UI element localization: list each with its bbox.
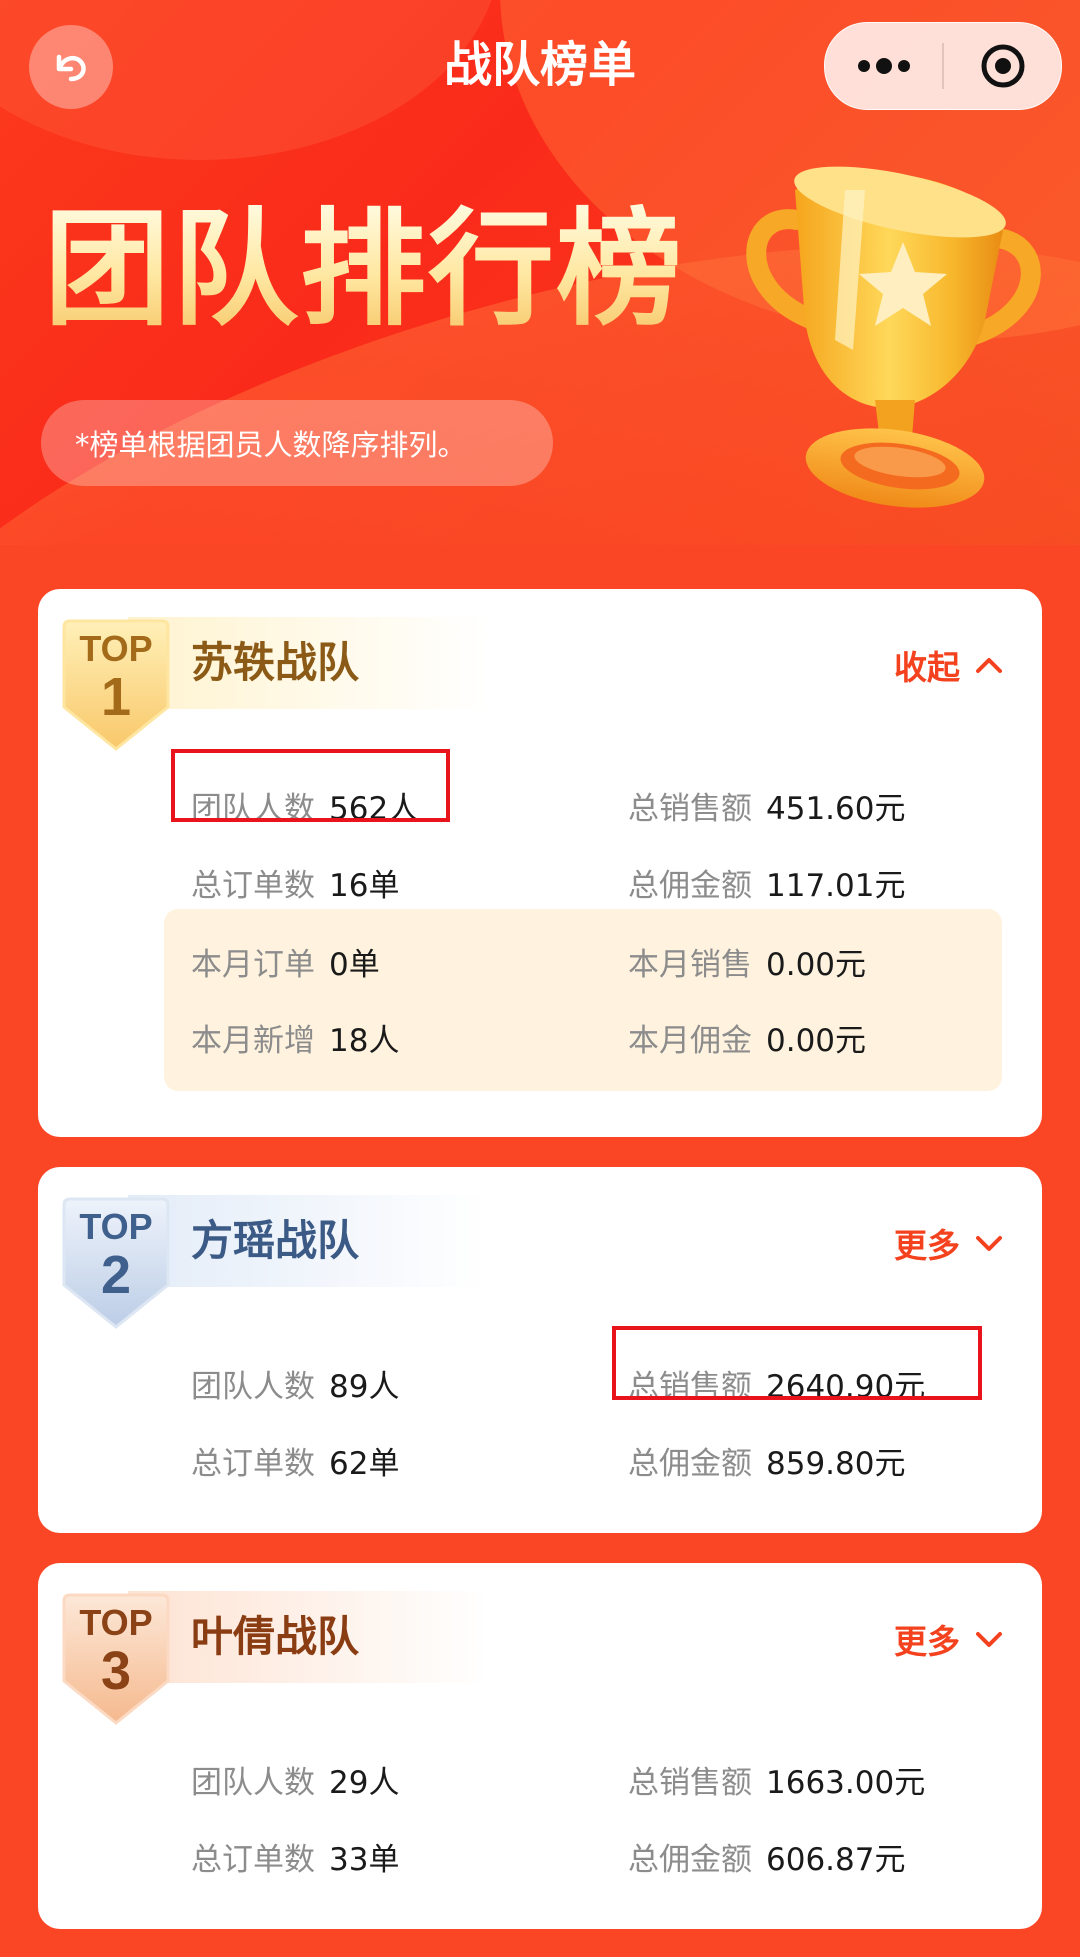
stat-value: 0.00元 <box>766 947 867 983</box>
rank-top-label: TOP <box>79 1602 153 1643</box>
stat-label: 总订单数 <box>191 868 315 904</box>
rank-number: 1 <box>100 667 132 727</box>
more-dots-icon <box>857 58 910 74</box>
stat-month-commission: 本月佣金 0.00元 <box>628 1016 866 1066</box>
rank-badge: TOP 3 <box>60 1589 172 1729</box>
stat-label: 总销售额 <box>628 1765 752 1801</box>
more-button[interactable] <box>825 23 942 109</box>
stat-commission: 总佣金额 606.87元 <box>628 1835 905 1885</box>
banner-title: 团队排行榜 <box>44 196 684 343</box>
stat-label: 总佣金额 <box>628 1842 752 1878</box>
stat-label: 总佣金额 <box>628 1446 752 1482</box>
stat-value: 0.00元 <box>766 1023 867 1059</box>
rank-badge: TOP 2 <box>60 1193 172 1333</box>
stat-label: 总订单数 <box>191 1842 315 1878</box>
trophy-icon <box>746 166 1041 508</box>
stat-sales: 总销售额 1663.00元 <box>628 1758 925 1808</box>
ranking-note: *榜单根据团员人数降序排列。 <box>41 400 553 486</box>
mini-program-capsule <box>824 22 1062 110</box>
rank-number: 3 <box>100 1641 132 1701</box>
stat-label: 本月新增 <box>191 1023 315 1059</box>
stat-label: 总销售额 <box>628 791 752 827</box>
stat-value: 18人 <box>329 1023 400 1059</box>
rank-badge: TOP 1 <box>60 615 172 755</box>
monthly-stats-panel: 本月订单 0单 本月销售 0.00元 本月新增 18人 本月佣金 0.00元 <box>164 909 1002 1091</box>
stat-value: 89人 <box>329 1369 400 1405</box>
stat-label: 本月订单 <box>191 947 315 983</box>
chevron-down-icon <box>976 1632 1002 1647</box>
stat-month-orders: 本月订单 0单 <box>191 940 380 990</box>
rank-top-label: TOP <box>79 628 153 669</box>
collapse-toggle[interactable]: 收起 <box>894 635 1004 695</box>
stat-month-sales: 本月销售 0.00元 <box>628 940 866 990</box>
chevron-up-icon <box>976 658 1002 673</box>
stat-label: 总订单数 <box>191 1446 315 1482</box>
team-name: 方瑶战队 <box>191 1216 360 1265</box>
expand-toggle[interactable]: 更多 <box>894 1609 1004 1669</box>
highlight-box <box>612 1326 982 1400</box>
stat-commission: 总佣金额 859.80元 <box>628 1439 905 1489</box>
toggle-label: 更多 <box>894 1622 960 1661</box>
team-card: TOP 1 苏轶战队 收起 团队人数 562人 总销售额 451.60元 总订单数 1… <box>38 589 1042 1137</box>
stat-month-new: 本月新增 18人 <box>191 1016 399 1066</box>
chevron-down-icon <box>976 1236 1002 1251</box>
close-button[interactable] <box>944 23 1061 109</box>
stat-value: 33单 <box>329 1842 400 1878</box>
stat-commission: 总佣金额 117.01元 <box>628 861 905 911</box>
team-card: TOP 2 方瑶战队 更多 团队人数 89人 总销售额 2640.90元 总订单数 6… <box>38 1167 1042 1533</box>
stat-value: 1663.00元 <box>766 1765 926 1801</box>
stat-members: 团队人数 29人 <box>191 1758 399 1808</box>
stat-label: 本月佣金 <box>628 1023 752 1059</box>
stat-value: 62单 <box>329 1446 400 1482</box>
expand-toggle[interactable]: 更多 <box>894 1213 1004 1273</box>
stat-value: 16单 <box>329 868 400 904</box>
stat-orders: 总订单数 62单 <box>191 1439 399 1489</box>
toggle-label: 更多 <box>894 1226 960 1265</box>
stat-value: 0单 <box>329 947 380 983</box>
stat-orders: 总订单数 33单 <box>191 1835 399 1885</box>
stat-label: 团队人数 <box>191 1369 315 1405</box>
stat-label: 团队人数 <box>191 1765 315 1801</box>
stat-members: 团队人数 89人 <box>191 1362 399 1412</box>
team-name: 叶倩战队 <box>191 1612 360 1661</box>
target-circle-icon <box>981 44 1024 88</box>
stat-label: 本月销售 <box>628 947 752 983</box>
header-banner: 战队榜单 团队排行榜 *榜单根据团员人数降序排列。 <box>0 0 1080 545</box>
stat-label: 总佣金额 <box>628 868 752 904</box>
stat-orders: 总订单数 16单 <box>191 861 399 911</box>
rank-number: 2 <box>100 1245 132 1305</box>
highlight-box <box>171 749 450 822</box>
ranking-note-text: *榜单根据团员人数降序排列。 <box>75 428 467 462</box>
stat-value: 117.01元 <box>766 868 906 904</box>
stat-value: 451.60元 <box>766 791 906 827</box>
stat-value: 859.80元 <box>766 1446 906 1482</box>
stat-value: 606.87元 <box>766 1842 906 1878</box>
team-name: 苏轶战队 <box>191 638 360 687</box>
team-card: TOP 3 叶倩战队 更多 团队人数 29人 总销售额 1663.00元 总订单数 3… <box>38 1563 1042 1929</box>
stat-value: 29人 <box>329 1765 400 1801</box>
rank-top-label: TOP <box>79 1206 153 1247</box>
stat-sales: 总销售额 451.60元 <box>628 784 905 834</box>
toggle-label: 收起 <box>894 648 960 687</box>
